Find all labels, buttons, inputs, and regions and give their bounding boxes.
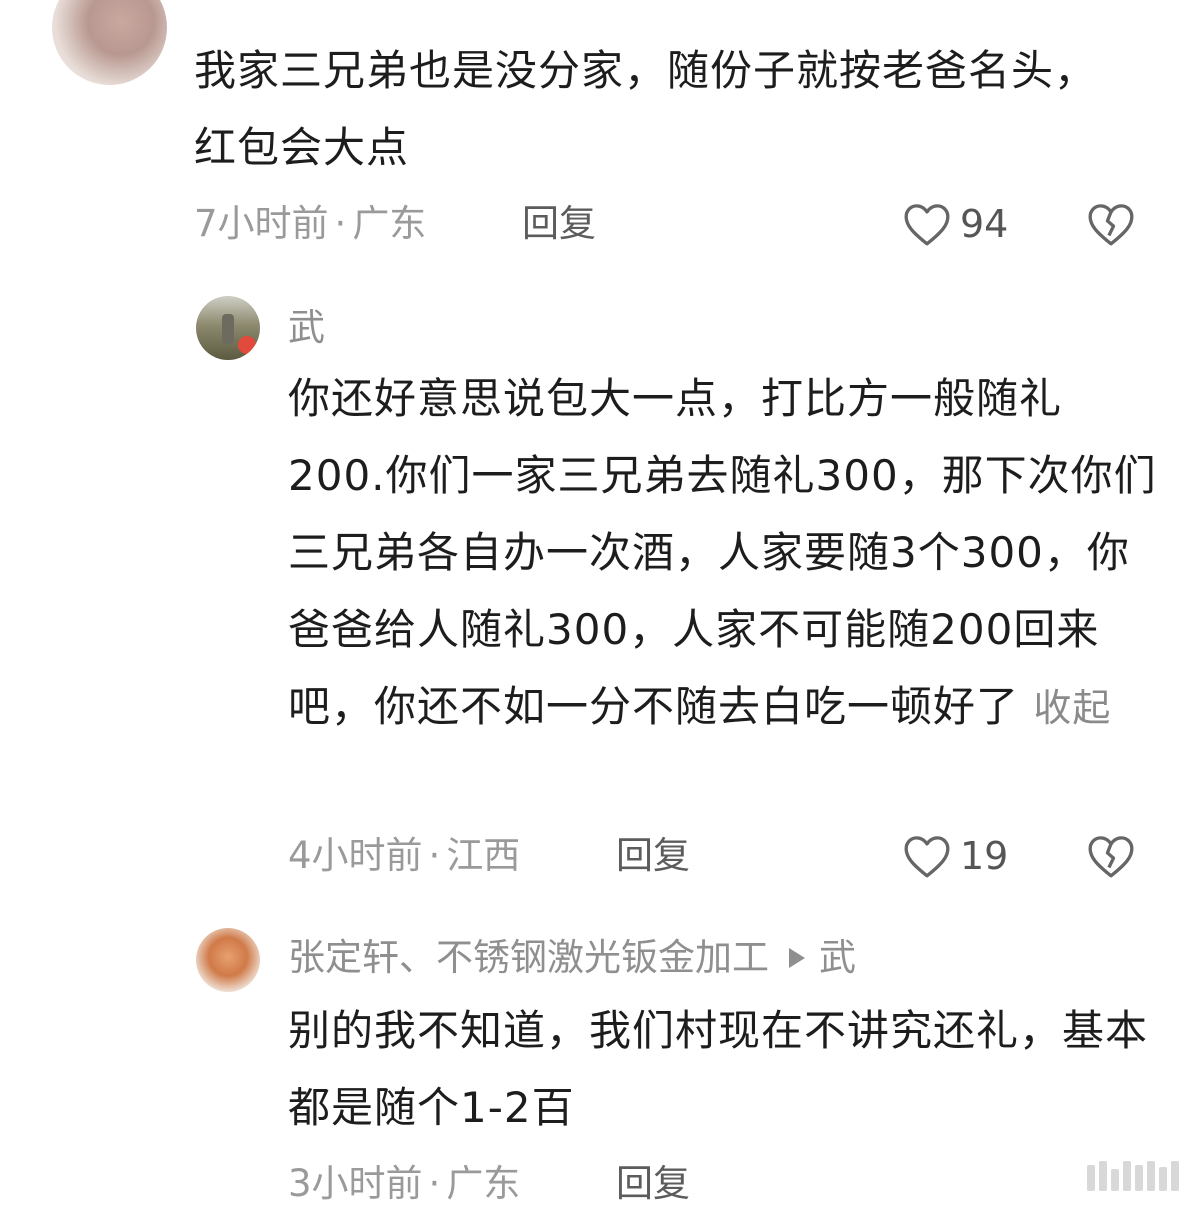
avatar[interactable] [196, 928, 260, 992]
watermark-bar [1159, 1167, 1167, 1191]
comment-time: 7小时前 [194, 202, 329, 245]
comment-text: 你还好意思说包大一点，打比方一般随礼200.你们一家三兄弟去随礼300，那下次你… [288, 360, 1158, 747]
comment-location: 广东 [352, 202, 427, 245]
avatar[interactable] [52, 0, 167, 85]
reply-button[interactable]: 回复 [522, 202, 596, 246]
collapse-button[interactable]: 收起 [1033, 686, 1111, 730]
like-count: 94 [960, 202, 1009, 246]
watermark-bar [1099, 1161, 1107, 1191]
comment-text: 别的我不知道，我们村现在不讲究还礼，基本都是随个1-2百 [288, 1006, 1149, 1132]
watermark-bar [1087, 1165, 1095, 1191]
watermark-bar [1147, 1161, 1155, 1191]
username[interactable]: 张定轩、不锈钢激光钣金加工 武 [288, 936, 856, 980]
dislike-button[interactable] [1086, 200, 1136, 252]
dislike-button[interactable] [1086, 832, 1136, 884]
username-text: 张定轩、不锈钢激光钣金加工 [288, 936, 769, 979]
reply-button[interactable]: 回复 [616, 1162, 690, 1206]
reply-to-username[interactable]: 武 [819, 936, 856, 979]
reply-button[interactable]: 回复 [616, 834, 690, 878]
comment-meta: 4小时前 · 江西 [288, 834, 520, 878]
comment-meta: 7小时前 · 广东 [194, 202, 426, 246]
broken-heart-icon [1088, 836, 1134, 878]
username[interactable]: 武 [288, 306, 325, 350]
watermark-bar [1123, 1161, 1131, 1191]
watermark-bar [1135, 1165, 1143, 1191]
watermark-bar [1111, 1169, 1119, 1191]
separator: · [428, 834, 441, 877]
comment-time: 4小时前 [288, 834, 423, 877]
like-button[interactable]: 94 [902, 200, 1008, 248]
separator: · [334, 202, 347, 245]
heart-outline-icon [904, 836, 950, 878]
comment-3: 张定轩、不锈钢激光钣金加工 武 别的我不知道，我们村现在不讲究还礼，基本都是随个1… [0, 920, 1199, 1217]
reply-arrow-icon [789, 948, 805, 968]
broken-heart-icon [1088, 204, 1134, 246]
watermark-bar [1171, 1161, 1179, 1191]
comment-location: 江西 [446, 834, 521, 877]
comment-body: 你还好意思说包大一点，打比方一般随礼200.你们一家三兄弟去随礼300，那下次你… [288, 374, 1157, 731]
comment-meta: 3小时前 · 广东 [288, 1162, 520, 1206]
separator: · [428, 1162, 441, 1205]
avatar[interactable] [196, 296, 260, 360]
like-count: 19 [960, 834, 1009, 878]
like-button[interactable]: 19 [902, 832, 1008, 880]
comment-2: 武 你还好意思说包大一点，打比方一般随礼200.你们一家三兄弟去随礼300，那下… [0, 290, 1199, 890]
watermark [1087, 1161, 1179, 1191]
heart-outline-icon [904, 204, 950, 246]
comment-1: 我家三兄弟也是没分家，随份子就按老爸名头，红包会大点 7小时前 · 广东 回复 94 [0, 0, 1199, 260]
comment-location: 广东 [446, 1162, 521, 1205]
comment-time: 3小时前 [288, 1162, 423, 1205]
comment-text: 我家三兄弟也是没分家，随份子就按老爸名头，红包会大点 [194, 46, 1098, 172]
